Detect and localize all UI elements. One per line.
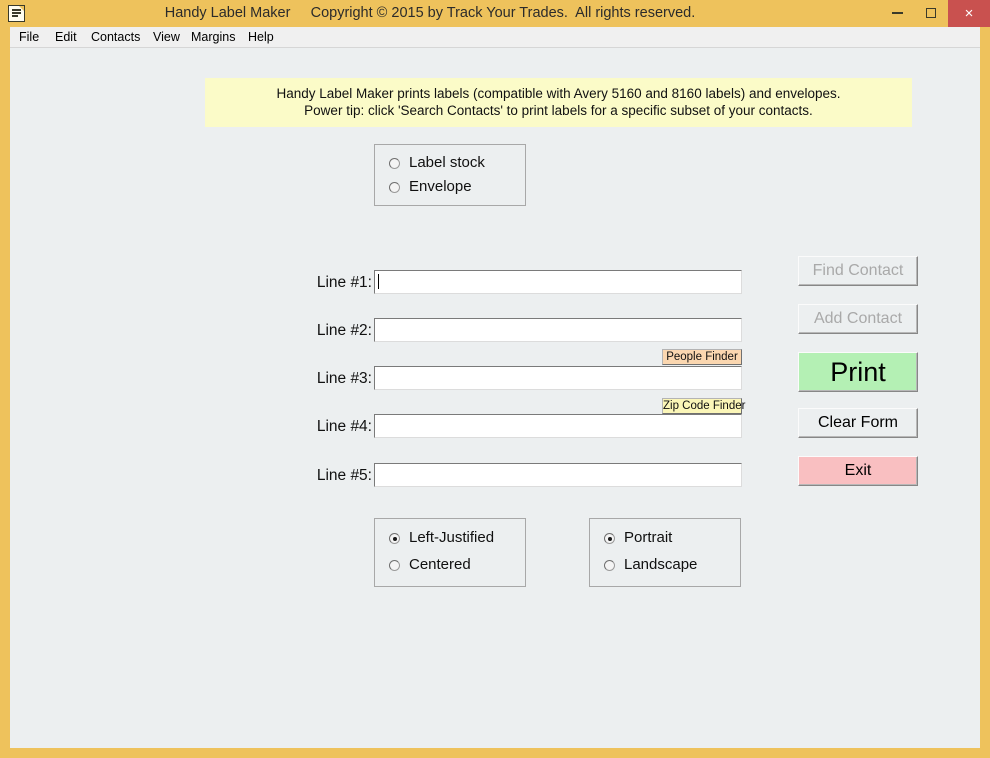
menu-bar: File Edit Contacts View Margins Help <box>10 27 980 48</box>
menu-item-file[interactable]: File <box>14 27 44 48</box>
menu-item-margins[interactable]: Margins <box>186 27 240 48</box>
radio-label-landscape: Landscape <box>624 556 698 573</box>
menu-item-help[interactable]: Help <box>243 27 279 48</box>
radio-dot-label-stock <box>389 158 400 169</box>
menu-item-view[interactable]: View <box>148 27 185 48</box>
radio-dot-centered <box>389 560 400 571</box>
client-area: Handy Label Maker prints labels (compati… <box>10 48 980 748</box>
radio-label-left-justified: Left-Justified <box>409 529 495 546</box>
radio-label-portrait: Portrait <box>624 529 673 546</box>
menu-item-contacts[interactable]: Contacts <box>86 27 145 48</box>
add-contact-button[interactable]: Add Contact <box>798 304 918 334</box>
line-4-label: Line #4: <box>316 418 372 435</box>
radio-label-centered: Centered <box>409 556 471 573</box>
radio-dot-portrait <box>604 533 615 544</box>
line-5-input[interactable] <box>374 463 742 487</box>
line-1-label: Line #1: <box>316 274 372 291</box>
close-button[interactable]: × <box>948 0 990 27</box>
clear-form-button[interactable]: Clear Form <box>798 408 918 438</box>
line-1-input[interactable] <box>374 270 742 294</box>
line-2-label: Line #2: <box>316 322 372 339</box>
exit-button[interactable]: Exit <box>798 456 918 486</box>
find-contact-button[interactable]: Find Contact <box>798 256 918 286</box>
line-2-input[interactable] <box>374 318 742 342</box>
people-finder-button[interactable]: People Finder <box>662 349 742 365</box>
text-caret <box>378 274 379 289</box>
media-type-group: Label stock Envelope <box>374 144 526 206</box>
justification-group: Left-Justified Centered <box>374 518 526 587</box>
radio-dot-left-justified <box>389 533 400 544</box>
radio-dot-landscape <box>604 560 615 571</box>
info-banner-line-2: Power tip: click 'Search Contacts' to pr… <box>304 103 813 118</box>
line-3-input[interactable] <box>374 366 742 390</box>
window-title: Handy Label Maker Copyright © 2015 by Tr… <box>164 5 696 21</box>
print-button[interactable]: Print <box>798 352 918 392</box>
info-banner-line-1: Handy Label Maker prints labels (compati… <box>276 86 841 101</box>
radio-label-label-stock: Label stock <box>409 154 485 171</box>
orientation-group: Portrait Landscape <box>589 518 741 587</box>
minimize-button[interactable] <box>880 0 914 27</box>
info-banner: Handy Label Maker prints labels (compati… <box>205 78 912 127</box>
menu-item-edit[interactable]: Edit <box>50 27 82 48</box>
line-4-input[interactable] <box>374 414 742 438</box>
maximize-button[interactable] <box>914 0 948 27</box>
radio-label-envelope: Envelope <box>409 178 472 195</box>
zip-code-finder-button[interactable]: Zip Code Finder <box>662 398 745 414</box>
line-5-label: Line #5: <box>316 467 372 484</box>
title-bar: Handy Label Maker Copyright © 2015 by Tr… <box>0 0 990 27</box>
radio-dot-envelope <box>389 182 400 193</box>
line-3-label: Line #3: <box>316 370 372 387</box>
